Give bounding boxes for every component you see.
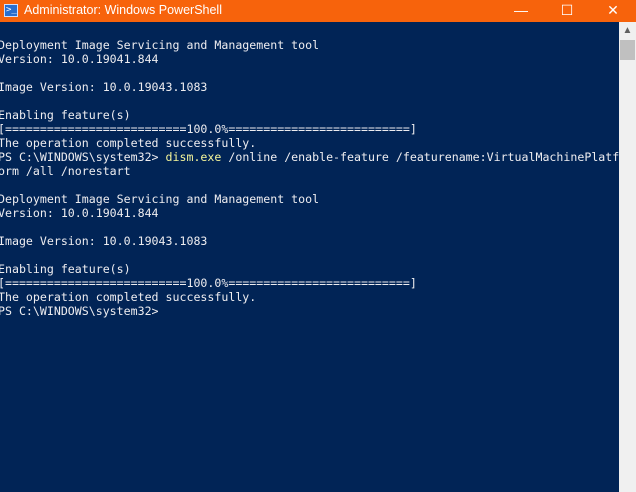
output-line: The operation completed successfully. — [0, 136, 257, 150]
output-line: Enabling feature(s) — [0, 108, 131, 122]
output-line: Version: 10.0.19041.844 — [0, 206, 159, 220]
output-line: The operation completed successfully. — [0, 290, 257, 304]
command: dism.exe — [165, 150, 222, 164]
window-title: Administrator: Windows PowerShell — [24, 3, 222, 17]
scroll-up-arrow-icon[interactable]: ▲ — [619, 22, 636, 39]
prompt-line: PS C:\WINDOWS\system32> dism.exe /online… — [0, 150, 620, 164]
output-line: [==========================100.0%=======… — [0, 122, 417, 136]
output-line: Deployment Image Servicing and Managemen… — [0, 192, 320, 206]
prompt: PS C:\WINDOWS\system32> — [0, 304, 159, 318]
powershell-icon: >_ — [4, 4, 18, 17]
output-line: Image Version: 10.0.19043.1083 — [0, 80, 208, 94]
output-line: Image Version: 10.0.19043.1083 — [0, 234, 208, 248]
console-output[interactable]: Deployment Image Servicing and Managemen… — [0, 38, 620, 318]
vertical-scrollbar[interactable]: ▲ — [619, 22, 636, 492]
title-bar[interactable]: >_ Administrator: Windows PowerShell — ☐… — [0, 0, 636, 22]
output-line: Version: 10.0.19041.844 — [0, 52, 159, 66]
close-button[interactable]: ✕ — [590, 0, 636, 22]
command-args: /online /enable-feature /featurename:Vir… — [221, 150, 620, 164]
prompt: PS C:\WINDOWS\system32> — [0, 150, 166, 164]
prompt-line: PS C:\WINDOWS\system32> — [0, 304, 618, 318]
output-line: orm /all /norestart — [0, 164, 131, 178]
output-line: Deployment Image Servicing and Managemen… — [0, 38, 320, 52]
output-line: Enabling feature(s) — [0, 262, 131, 276]
scrollbar-thumb[interactable] — [620, 40, 635, 60]
output-line: [==========================100.0%=======… — [0, 276, 417, 290]
minimize-button[interactable]: — — [498, 0, 544, 22]
maximize-button[interactable]: ☐ — [544, 0, 590, 22]
